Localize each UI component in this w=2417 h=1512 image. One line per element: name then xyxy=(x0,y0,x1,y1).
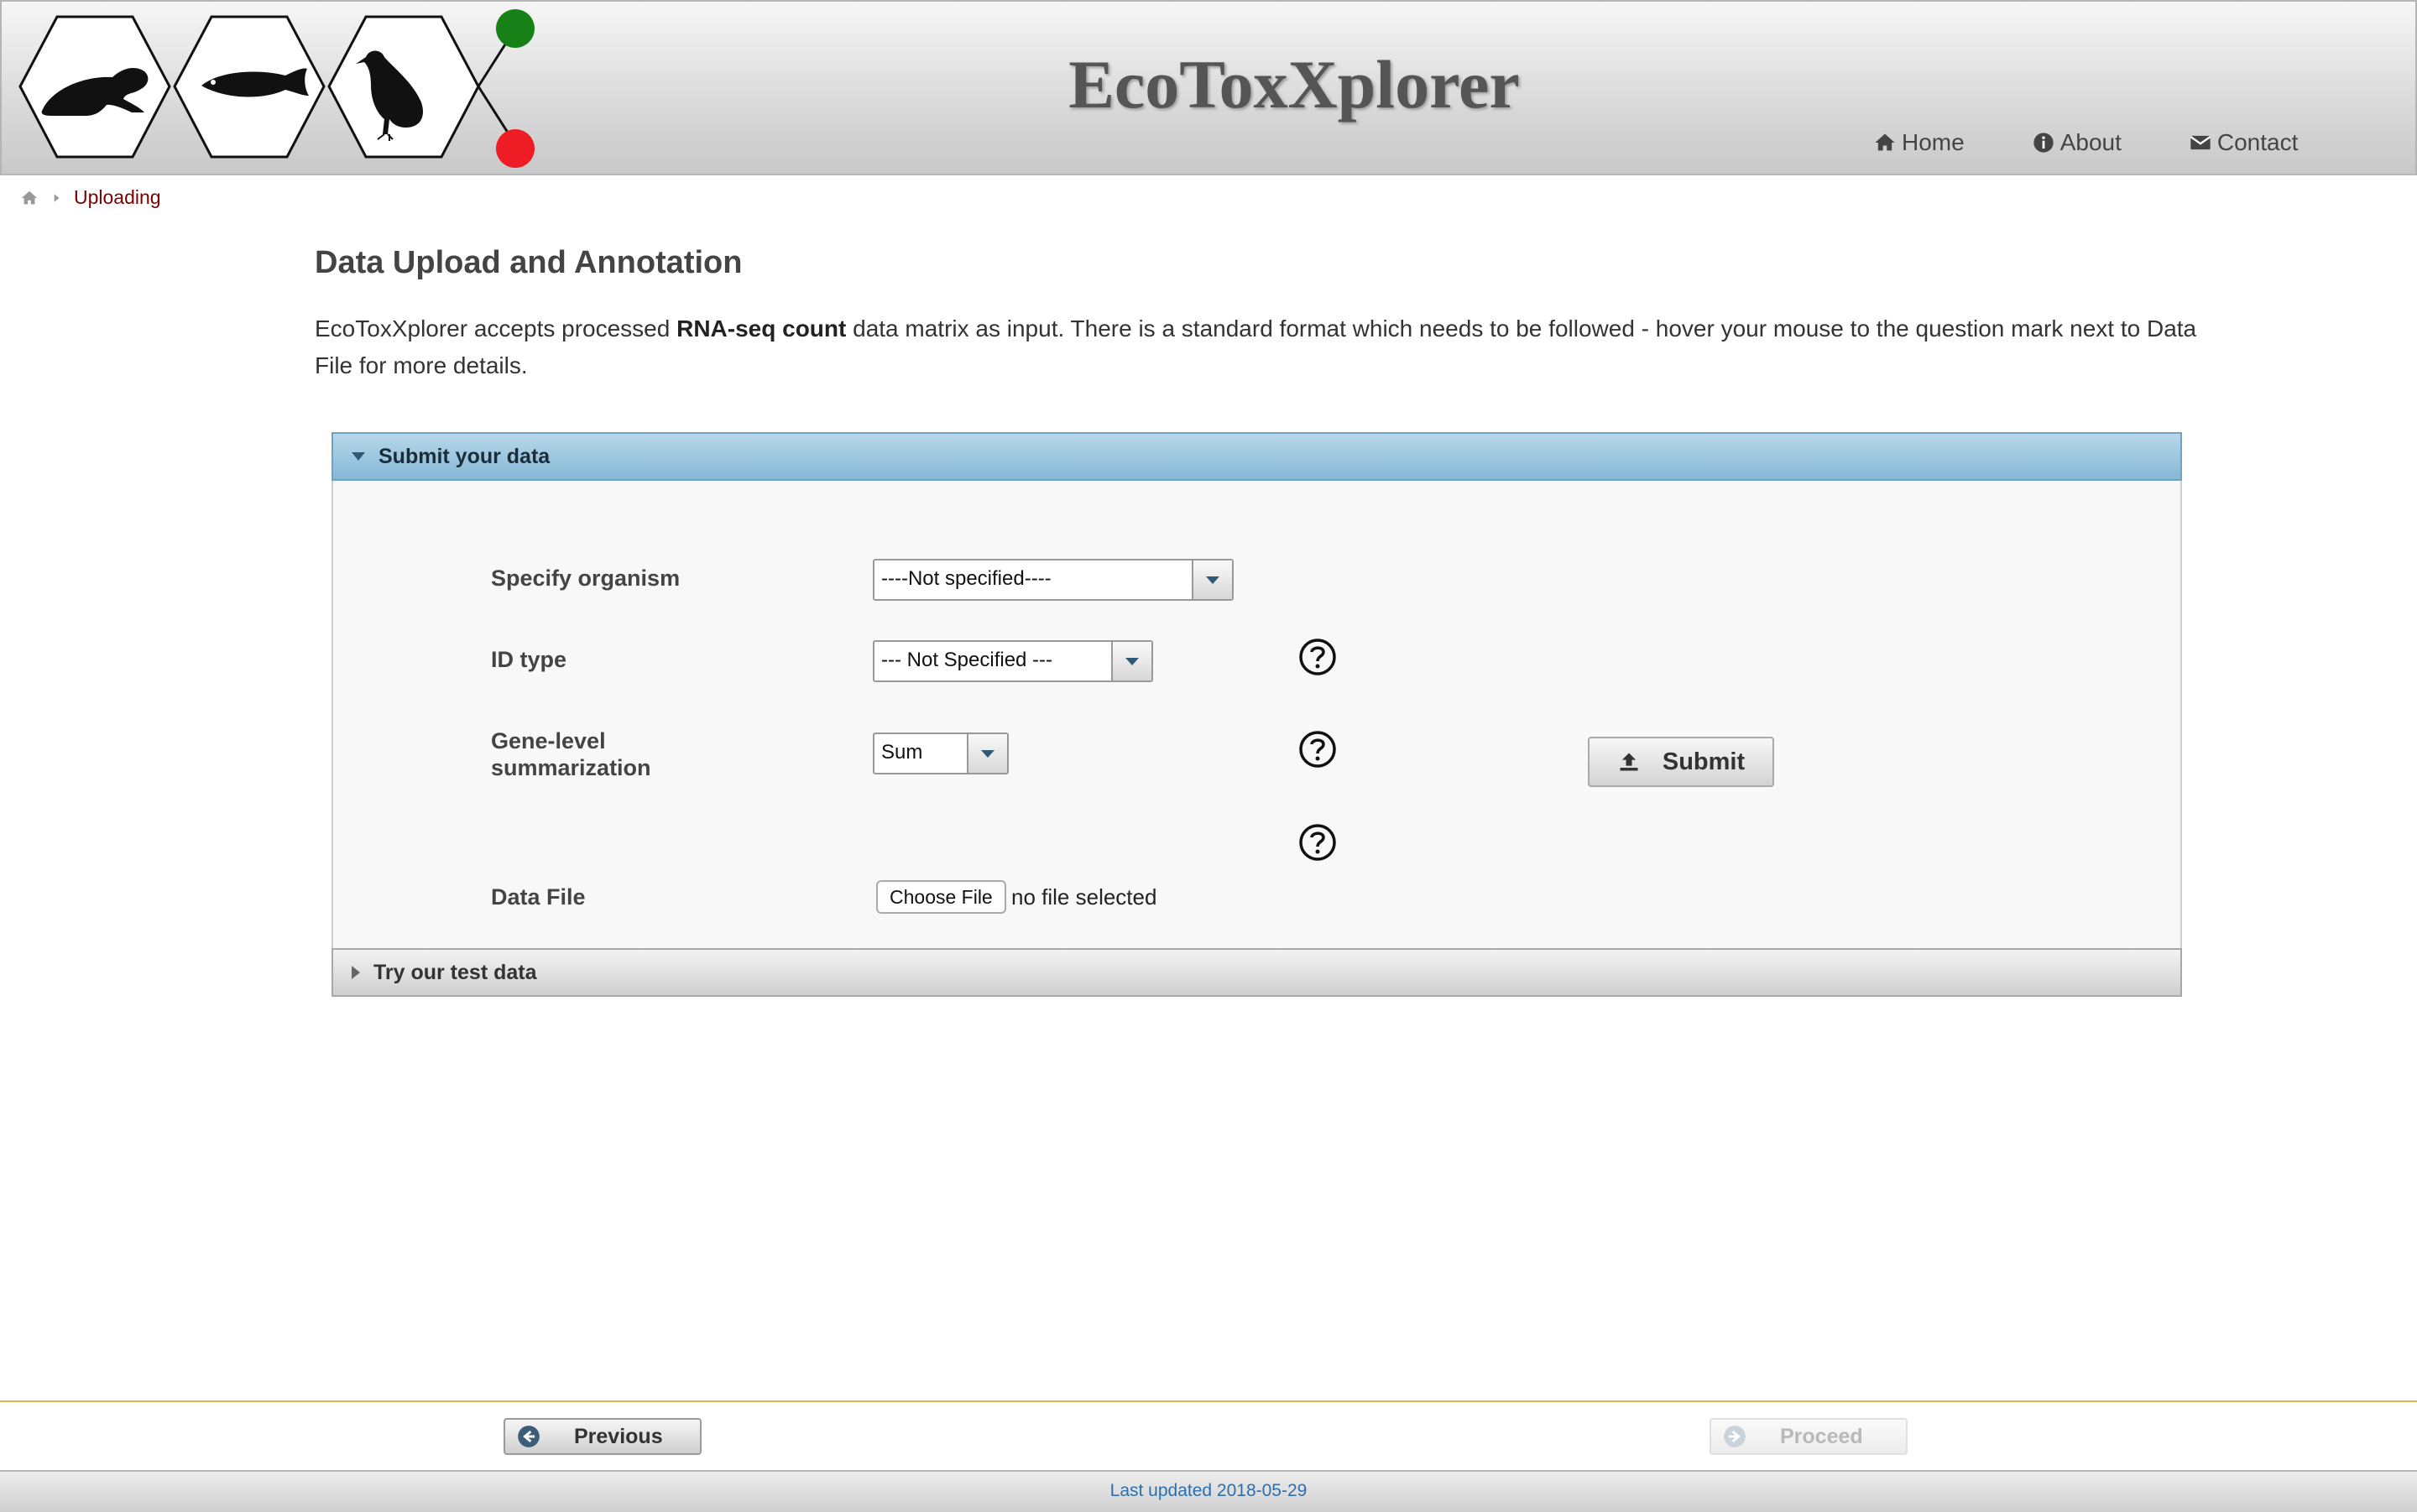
choose-file-button[interactable]: Choose File xyxy=(876,880,1006,914)
organism-label: Specify organism xyxy=(491,566,681,591)
nav-about-label: About xyxy=(2059,129,2122,155)
intro-bold: RNA-seq count xyxy=(676,315,847,342)
test-data-header[interactable]: Try our test data xyxy=(331,948,2182,997)
info-icon xyxy=(2033,133,2054,153)
nav-home[interactable]: Home xyxy=(1873,129,1965,156)
page-footer: Last updated 2018-05-29 xyxy=(0,1470,2417,1512)
last-updated: Last updated 2018-05-29 xyxy=(1109,1481,1308,1500)
id-type-help-icon[interactable] xyxy=(1298,638,1337,676)
home-icon xyxy=(1875,133,1895,151)
upload-icon xyxy=(1620,753,1638,771)
previous-button[interactable]: Previous xyxy=(504,1418,702,1455)
arrow-right-circle-icon xyxy=(1724,1426,1746,1447)
app-title: EcoToxXplorer xyxy=(1068,46,1520,123)
intro-text: EcoToxXplorer accepts processed RNA-seq … xyxy=(315,310,2211,384)
test-data-header-label: Try our test data xyxy=(373,960,537,984)
submit-button-label: Submit xyxy=(1662,748,1746,775)
data-file-help-icon[interactable] xyxy=(1298,823,1337,862)
summarization-select-value: Sum xyxy=(881,741,923,764)
summarization-select[interactable]: Sum xyxy=(873,733,1009,774)
chevron-down-icon[interactable] xyxy=(1192,560,1232,599)
summarization-label-line2: summarization xyxy=(491,755,651,780)
submit-data-header-label: Submit your data xyxy=(378,444,551,468)
proceed-button[interactable]: Proceed xyxy=(1710,1418,1908,1455)
chevron-down-icon[interactable] xyxy=(1111,642,1151,680)
summarization-label-line1: Gene-level xyxy=(491,728,606,753)
page-title: Data Upload and Annotation xyxy=(315,245,743,280)
summarization-help-icon[interactable] xyxy=(1298,730,1337,769)
id-type-select-value: --- Not Specified --- xyxy=(881,649,1053,671)
data-file-label: Data File xyxy=(491,884,586,910)
id-type-label: ID type xyxy=(491,647,567,672)
submit-data-header[interactable]: Submit your data xyxy=(331,432,2182,481)
organism-select[interactable]: ----Not specified---- xyxy=(873,559,1234,601)
breadcrumb: Uploading xyxy=(20,186,161,209)
submit-data-body: Specify organism ----Not specified---- I… xyxy=(331,481,2182,948)
proceed-label: Proceed xyxy=(1780,1424,1863,1448)
caret-down-icon xyxy=(352,452,365,461)
summarization-label: Gene-level summarization xyxy=(491,727,651,781)
id-type-select[interactable]: --- Not Specified --- xyxy=(873,640,1153,682)
intro-part1: EcoToxXplorer accepts processed xyxy=(315,315,677,342)
previous-label: Previous xyxy=(574,1424,663,1448)
organism-select-value: ----Not specified---- xyxy=(881,567,1052,590)
top-nav: Home About Contact xyxy=(1873,129,2365,156)
nav-about[interactable]: About xyxy=(2032,129,2122,156)
eco-logo[interactable] xyxy=(18,8,539,172)
nav-contact[interactable]: Contact xyxy=(2189,129,2299,156)
home-icon[interactable] xyxy=(20,189,39,207)
caret-right-icon xyxy=(352,966,360,979)
submit-button[interactable]: Submit xyxy=(1588,737,1774,787)
upload-accordion: Submit your data Specify organism ----No… xyxy=(331,432,2182,997)
chevron-down-icon[interactable] xyxy=(967,734,1007,773)
divider xyxy=(0,1400,2417,1402)
file-status: no file selected xyxy=(1011,884,1157,910)
nav-home-label: Home xyxy=(1902,129,1965,155)
site-header: EcoToxXplorer Home About Contact xyxy=(0,0,2417,175)
arrow-left-circle-icon xyxy=(518,1426,540,1447)
chevron-right-icon xyxy=(54,193,60,202)
breadcrumb-current[interactable]: Uploading xyxy=(74,186,161,209)
nav-contact-label: Contact xyxy=(2216,129,2299,155)
envelope-icon xyxy=(2190,135,2211,150)
